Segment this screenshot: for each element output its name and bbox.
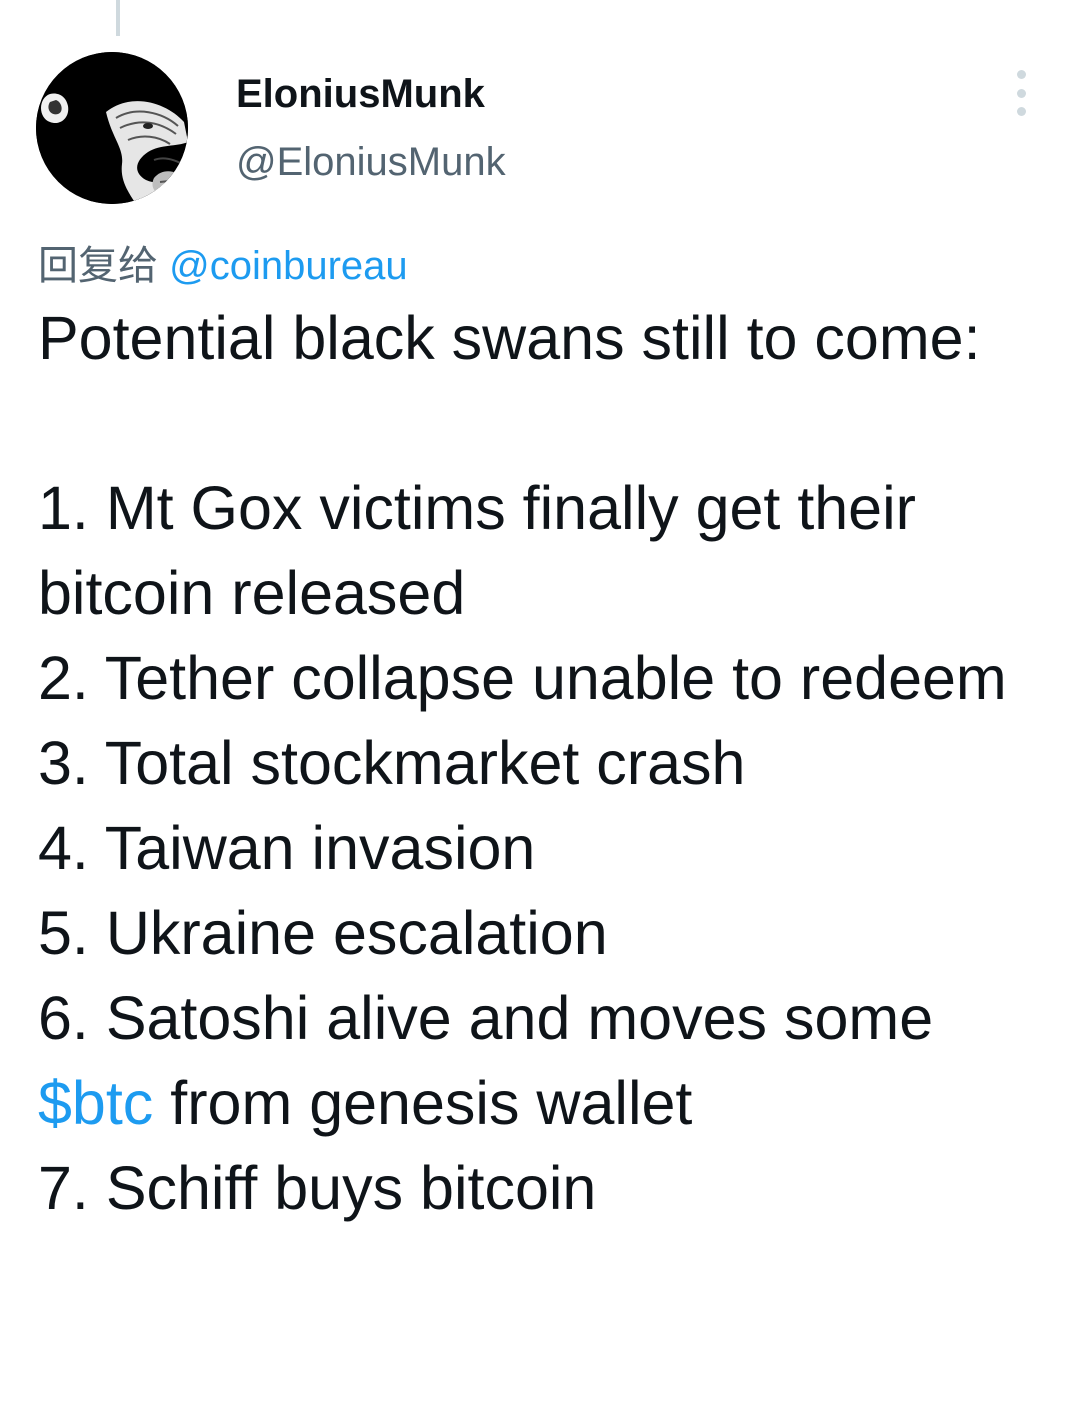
more-options-button[interactable] <box>1004 70 1038 116</box>
list-item: 3. Total stockmarket crash <box>38 729 746 797</box>
list-item-text: 6. Satoshi alive and moves some <box>38 984 934 1052</box>
more-options-icon-dot <box>1016 88 1026 98</box>
list-item: 4. Taiwan invasion <box>38 814 536 882</box>
more-options-icon-dot <box>1016 107 1026 116</box>
list-item-text: from genesis wallet <box>153 1069 693 1137</box>
avatar[interactable] <box>36 52 188 204</box>
author-handle[interactable]: @EloniusMunk <box>236 134 506 190</box>
list-item: 2. Tether collapse unable to redeem <box>38 644 1007 712</box>
chimpanzee-avatar-icon <box>36 52 188 204</box>
tweet-author: EloniusMunk @EloniusMunk <box>236 66 506 190</box>
list-item: 6. Satoshi alive and moves some $btc fro… <box>38 976 1058 1146</box>
reply-mention-link[interactable]: @coinbureau <box>169 244 408 288</box>
list-item: 7. Schiff buys bitcoin <box>38 1154 597 1222</box>
tweet-text: Potential black swans still to come: 1. … <box>38 296 1058 1231</box>
thread-connector-line <box>116 0 120 36</box>
cashtag-link[interactable]: $btc <box>38 1069 153 1137</box>
list-item: 5. Ukraine escalation <box>38 899 608 967</box>
reply-context: 回复给 @coinbureau <box>38 238 408 294</box>
tweet-intro: Potential black swans still to come: <box>38 304 981 372</box>
author-display-name[interactable]: EloniusMunk <box>236 66 506 122</box>
reply-prefix: 回复给 <box>38 244 158 288</box>
more-options-icon <box>1016 70 1026 79</box>
list-item: 1. Mt Gox victims finally get their bitc… <box>38 474 916 627</box>
